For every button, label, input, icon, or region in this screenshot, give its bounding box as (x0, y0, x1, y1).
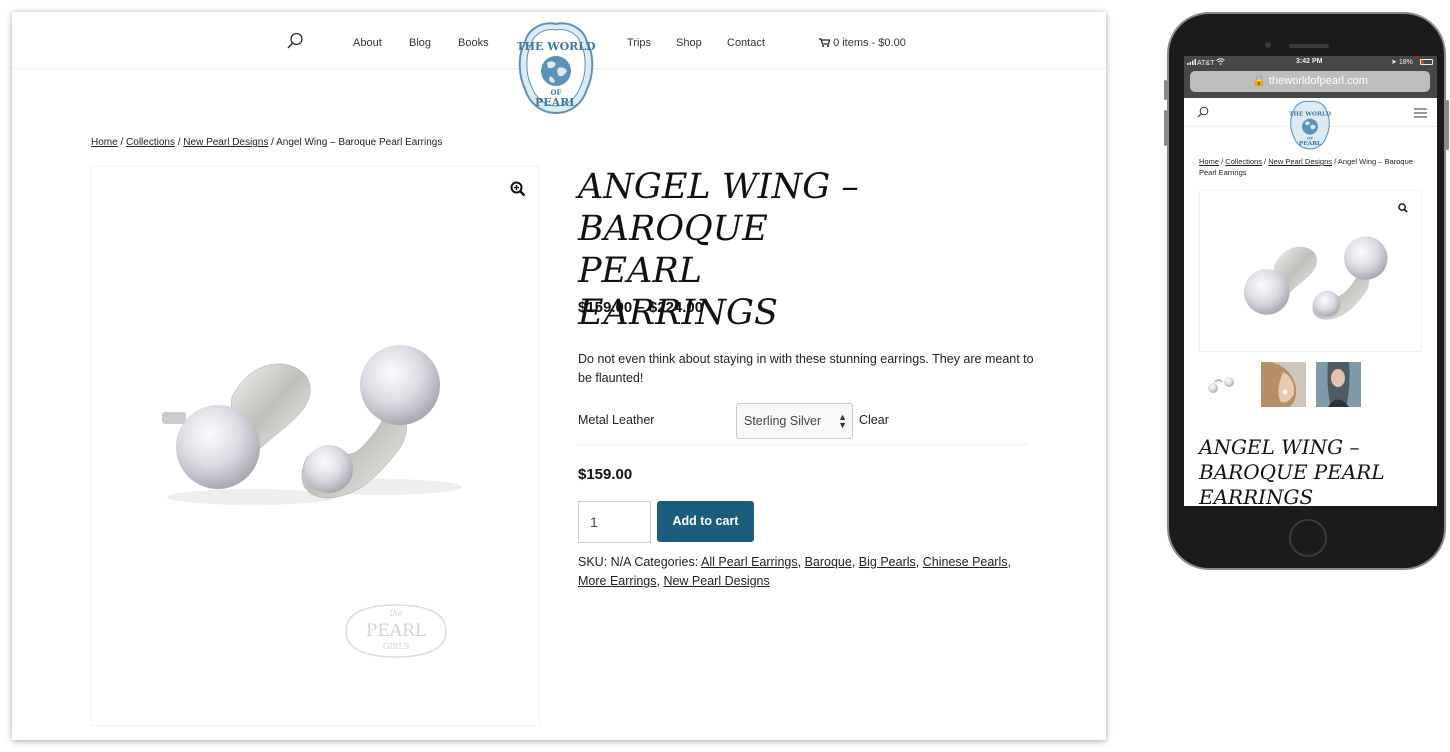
nav-about[interactable]: About (353, 37, 382, 49)
zoom-icon[interactable] (510, 181, 526, 197)
desktop-browser-view: About Blog Books Trips Shop Contact 0 it… (12, 12, 1106, 740)
signal-icon (1187, 59, 1196, 65)
add-to-cart-button[interactable]: Add to cart (657, 501, 754, 542)
category-link[interactable]: Big Pearls (859, 555, 916, 569)
product-image (162, 345, 462, 505)
mobile-zoom-icon[interactable] (1398, 203, 1408, 213)
mobile-status-bar: AT&T 3:42 PM ➤ 18% 🔒 theworldofpearl.com (1184, 56, 1437, 98)
product-gallery[interactable]: the PEARL GIRLS (91, 166, 540, 726)
breadcrumb-new-pearl-designs[interactable]: New Pearl Designs (183, 137, 268, 148)
thumbnail-model-side[interactable] (1261, 362, 1306, 407)
battery-icon (1420, 59, 1433, 65)
mobile-product-title: ANGEL WING – BAROQUE PEARL EARRINGS (1199, 435, 1385, 506)
cart-summary: 0 items - $0.00 (833, 37, 906, 49)
breadcrumb-sep: / (268, 137, 277, 148)
variation-row: Metal Leather Sterling Silver ▲ ▼ Clear (578, 403, 1028, 445)
nav-books[interactable]: Books (458, 37, 489, 49)
nav-blog[interactable]: Blog (409, 37, 431, 49)
category-link[interactable]: All Pearl Earrings (701, 555, 798, 569)
mobile-product-gallery[interactable] (1199, 190, 1422, 352)
battery-text: ➤ 18% (1391, 59, 1413, 66)
phone-power-button (1446, 100, 1449, 150)
logo-text-1: THE WORLD (517, 40, 595, 53)
mobile-breadcrumb-collections[interactable]: Collections (1225, 157, 1262, 166)
categories-label: Categories: (634, 555, 699, 569)
nav-trips[interactable]: Trips (627, 37, 651, 49)
mobile-screen: AT&T 3:42 PM ➤ 18% 🔒 theworldofpearl.com… (1184, 56, 1437, 506)
logo-text-3: PEARL (535, 96, 577, 109)
quantity-input[interactable]: 1 (578, 501, 651, 543)
thumbnail-model-front[interactable] (1316, 362, 1361, 407)
breadcrumb-collections[interactable]: Collections (126, 137, 175, 148)
carrier-text: AT&T (1197, 60, 1215, 67)
mobile-product-image (1243, 236, 1388, 320)
hamburger-menu-icon[interactable] (1414, 108, 1427, 118)
cart-icon (819, 38, 831, 47)
mobile-logo-text-1: THE WORLD (1289, 111, 1331, 117)
search-icon[interactable] (286, 32, 304, 53)
variation-label: Metal Leather (578, 413, 655, 427)
metal-select[interactable]: Sterling Silver ▲ ▼ (736, 403, 853, 439)
sku-value: N/A (610, 555, 631, 569)
category-link[interactable]: More Earrings (578, 574, 657, 588)
variation-price: $159.00 (578, 466, 633, 483)
category-link[interactable]: Baroque (805, 555, 852, 569)
price-range: $159.00 – $224.00 (578, 299, 704, 316)
address-bar[interactable]: 🔒 theworldofpearl.com (1190, 71, 1430, 92)
phone-camera (1265, 42, 1271, 48)
sku-label: SKU: (578, 555, 608, 569)
category-link[interactable]: Chinese Pearls (923, 555, 1008, 569)
mobile-site-logo[interactable]: THE WORLD OF PEARL (1288, 100, 1332, 150)
breadcrumb: Home / Collections / New Pearl Designs /… (91, 137, 442, 148)
watermark-top: the (389, 609, 402, 618)
site-logo[interactable]: THE WORLD OF PEARL (517, 21, 595, 115)
pearl-girls-watermark: the PEARL GIRLS (345, 604, 447, 658)
carrier-label: AT&T (1187, 58, 1226, 67)
product-description: Do not even think about staying in with … (578, 352, 1034, 385)
mobile-breadcrumb: Home / Collections / New Pearl Designs /… (1199, 157, 1413, 177)
category-link[interactable]: New Pearl Designs (663, 574, 769, 588)
watermark-main: PEARL (366, 621, 426, 641)
mobile-breadcrumb-new-pearl-designs[interactable]: New Pearl Designs (1268, 157, 1332, 166)
cart-link[interactable]: 0 items - $0.00 (819, 37, 906, 49)
address-bar-url: theworldofpearl.com (1268, 75, 1368, 87)
thumbnail-earrings[interactable] (1199, 362, 1244, 407)
mobile-breadcrumb-home[interactable]: Home (1199, 157, 1219, 166)
product-meta: SKU: N/A Categories: All Pearl Earrings,… (578, 555, 1011, 588)
mobile-logo-text-2: OF (1307, 136, 1313, 140)
mobile-logo-text-3: PEARL (1299, 141, 1321, 147)
breadcrumb-home[interactable]: Home (91, 137, 118, 148)
select-arrows-icon: ▲ ▼ (838, 412, 847, 430)
phone-speaker (1289, 44, 1329, 48)
nav-contact[interactable]: Contact (727, 37, 765, 49)
battery-percent: 18% (1398, 59, 1413, 66)
watermark-bottom: GIRLS (383, 642, 409, 651)
metal-select-value: Sterling Silver (744, 414, 822, 428)
phone-home-button[interactable] (1289, 519, 1327, 557)
mobile-search-icon[interactable] (1197, 106, 1209, 118)
wifi-icon (1216, 58, 1226, 65)
breadcrumb-current: Angel Wing – Baroque Pearl Earrings (276, 137, 443, 148)
status-time: 3:42 PM (1296, 58, 1323, 65)
nav-shop[interactable]: Shop (676, 37, 702, 49)
clear-variation-link[interactable]: Clear (859, 413, 889, 427)
breadcrumb-sep: / (117, 137, 127, 148)
